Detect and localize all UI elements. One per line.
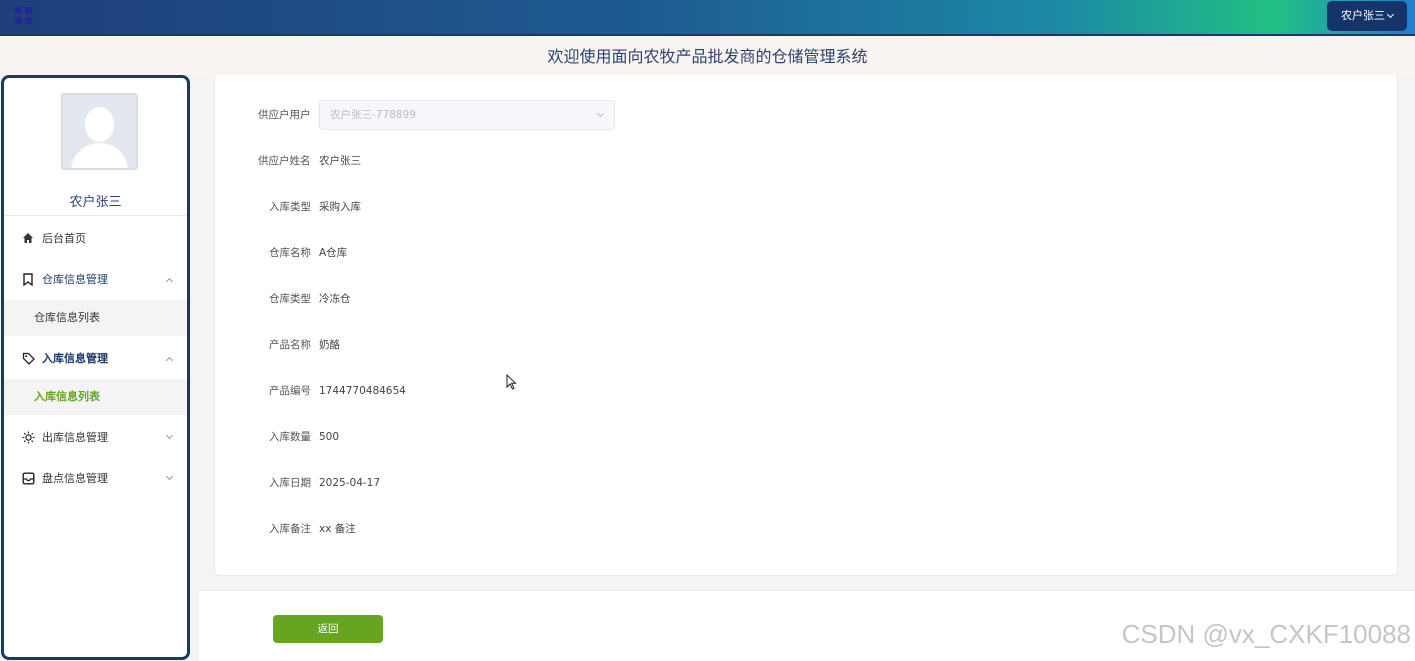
chevron-down-icon bbox=[165, 431, 174, 440]
sidebar-username: 农户张三 bbox=[69, 195, 122, 210]
form-row: 入库类型 采购入库 bbox=[215, 192, 915, 222]
system-title: 欢迎使用面向农牧产品批发商的仓储管理系统 bbox=[0, 38, 1415, 75]
back-button[interactable]: 返回 bbox=[273, 615, 383, 643]
form-row: 产品编号 1744770484654 bbox=[215, 376, 915, 406]
grid-icon[interactable] bbox=[15, 7, 32, 24]
field-value: 采购入库 bbox=[319, 201, 361, 213]
select-value: 农户张三-778899 bbox=[330, 109, 416, 121]
supplier-user-select[interactable]: 农户张三-778899 bbox=[319, 100, 615, 130]
field-label: 产品名称 bbox=[269, 339, 311, 351]
tag-icon bbox=[21, 352, 35, 366]
bookmark-icon bbox=[21, 273, 35, 287]
field-value: 1744770484654 bbox=[319, 385, 406, 397]
field-label: 仓库名称 bbox=[269, 247, 311, 259]
sidebar-item-outbound[interactable]: 出库信息管理 bbox=[4, 418, 187, 458]
chevron-down-icon bbox=[1386, 10, 1395, 19]
chevron-up-icon bbox=[165, 356, 174, 365]
inbox-icon bbox=[21, 472, 35, 486]
field-label: 入库备注 bbox=[269, 523, 311, 535]
sidebar-item-inventory[interactable]: 盘点信息管理 bbox=[4, 459, 187, 499]
chevron-up-icon bbox=[165, 277, 174, 286]
form-row: 入库日期 2025-04-17 bbox=[215, 468, 915, 498]
field-label: 仓库类型 bbox=[269, 293, 311, 305]
field-value: 奶酪 bbox=[319, 339, 340, 351]
form-row: 入库备注 xx 备注 bbox=[215, 514, 915, 544]
chevron-down-icon bbox=[165, 472, 174, 481]
home-icon bbox=[21, 232, 35, 246]
avatar bbox=[61, 93, 138, 170]
field-value: 500 bbox=[319, 431, 340, 443]
form-row-supplier-user: 供应户用户 农户张三-778899 bbox=[215, 100, 915, 130]
user-menu-label: 农户张三 bbox=[1341, 9, 1385, 22]
user-menu-button[interactable]: 农户张三 bbox=[1327, 1, 1407, 31]
sidebar: 农户张三 后台首页 仓库信息管理 仓库信息列表 入库信息管理 入库信息列表 出库… bbox=[1, 75, 190, 660]
form-row: 仓库名称 A仓库 bbox=[215, 238, 915, 268]
field-label: 入库日期 bbox=[269, 477, 311, 489]
chevron-down-icon bbox=[596, 109, 605, 118]
sidebar-item-inbound[interactable]: 入库信息管理 bbox=[4, 339, 187, 379]
form-row: 供应户姓名 农户张三 bbox=[215, 146, 915, 176]
field-value: 冷冻仓 bbox=[319, 293, 351, 305]
sun-icon bbox=[21, 431, 35, 445]
sidebar-item-label: 出库信息管理 bbox=[42, 431, 108, 444]
sidebar-item-label: 盘点信息管理 bbox=[42, 472, 108, 485]
field-label: 供应户用户 bbox=[258, 109, 311, 121]
field-value: xx 备注 bbox=[319, 523, 356, 535]
sidebar-item-home[interactable]: 后台首页 bbox=[4, 219, 187, 259]
divider bbox=[4, 215, 187, 216]
form-row: 仓库类型 冷冻仓 bbox=[215, 284, 915, 314]
sidebar-item-label: 仓库信息管理 bbox=[42, 273, 108, 286]
detail-form-card: 供应户用户 农户张三-778899 供应户姓名 农户张三 入库类型 采购入库 仓… bbox=[214, 75, 1398, 576]
field-label: 供应户姓名 bbox=[258, 155, 311, 167]
form-row: 产品名称 奶酪 bbox=[215, 330, 915, 360]
field-value: 农户张三 bbox=[319, 155, 361, 167]
field-label: 入库类型 bbox=[269, 201, 311, 213]
field-value: A仓库 bbox=[319, 247, 348, 259]
watermark: CSDN @vx_CXKF10088 bbox=[1121, 619, 1411, 649]
field-label: 入库数量 bbox=[269, 431, 311, 443]
form-row: 入库数量 500 bbox=[215, 422, 915, 452]
field-value: 2025-04-17 bbox=[319, 477, 381, 489]
sidebar-subitem-warehouse-list[interactable]: 仓库信息列表 bbox=[4, 300, 187, 336]
top-bar: 农户张三 bbox=[0, 0, 1415, 36]
sidebar-subitem-inbound-list[interactable]: 入库信息列表 bbox=[4, 379, 187, 415]
sidebar-item-label: 后台首页 bbox=[42, 232, 86, 245]
sidebar-item-label: 入库信息管理 bbox=[42, 352, 108, 365]
sidebar-item-warehouse[interactable]: 仓库信息管理 bbox=[4, 260, 187, 300]
field-label: 产品编号 bbox=[269, 385, 311, 397]
